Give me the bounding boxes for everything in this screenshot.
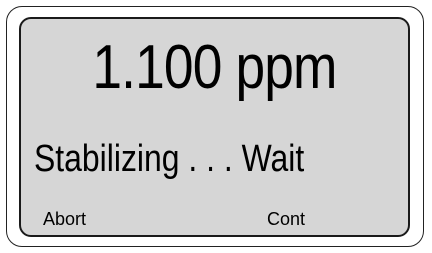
status-message: Stabilizing . . . Wait: [34, 138, 305, 180]
abort-softkey[interactable]: Abort: [43, 208, 86, 230]
device-frame: 1.100 ppm Stabilizing . . . Wait Abort C…: [6, 6, 424, 247]
lcd-screen: 1.100 ppm Stabilizing . . . Wait Abort C…: [19, 17, 410, 237]
measurement-reading: 1.100 ppm: [92, 33, 337, 102]
continue-softkey[interactable]: Cont: [267, 208, 305, 230]
